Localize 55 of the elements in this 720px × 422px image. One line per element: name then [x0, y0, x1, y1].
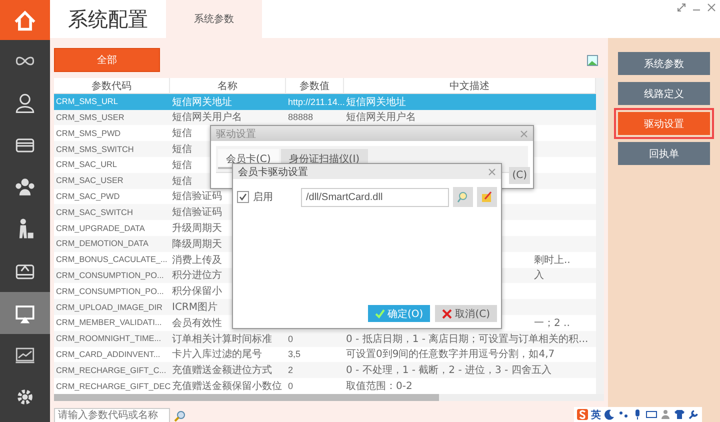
table-cell: 3,5	[288, 349, 301, 360]
table-cell: CRM_SAC_URL	[56, 160, 117, 170]
table-cell-text: 短信验证码	[172, 190, 222, 204]
table-cell: 0	[288, 381, 294, 392]
table-cell: 88888	[288, 112, 314, 122]
page-title: 系统配置	[67, 6, 149, 32]
table-cell-text: 升级周期天	[172, 222, 222, 236]
table-cell: CRM_BONUS_CACULATE_...	[56, 255, 168, 264]
table-cell-text: 短信网关地址	[346, 96, 406, 109]
table-cell-text: 0 - 抵店日期，1 - 离店日期；可设置与订单相关的积...	[346, 332, 588, 346]
table-cell-text: 短信	[172, 158, 192, 172]
table-cell: CRM_CONSUMPTION_PO...	[56, 270, 164, 280]
table-cell-text: 入	[534, 268, 544, 282]
dialog-title: 驱动设置	[216, 128, 256, 140]
table-cell: CRM_SMS_USER	[56, 112, 124, 122]
table-cell-text: 0 - 不处理，1 - 截断，2 - 进位，3 - 四舍五入	[346, 364, 552, 378]
table-cell-text: 充值赠送金额保留小数位	[172, 380, 282, 394]
table-cell-text: 短信网关用户名	[346, 110, 416, 124]
table-cell-text: 短信	[172, 174, 192, 188]
table-cell: 2	[288, 365, 294, 376]
table-cell: http://211.14...	[288, 96, 345, 107]
table-cell-text: 短信验证码	[172, 206, 222, 220]
table-cell: CRM_RECHARGE_GIFT_C...	[56, 366, 166, 375]
table-cell: CRM_SMS_SWITCH	[56, 144, 134, 154]
table-cell: CRM_UPLOAD_IMAGE_DIR	[56, 302, 162, 312]
table-cell-text: 降级周期天	[172, 238, 222, 251]
table-cell-text: 订单相关计算时间标准	[172, 332, 272, 346]
table-cell-text: 取值范围：0-2	[346, 380, 412, 394]
table-cell: CRM_SAC_USER	[56, 176, 124, 186]
table-cell-text: 短信	[172, 127, 192, 140]
table-cell: CRM_SMS_PWD	[56, 128, 121, 138]
table-cell: CRM_SMS_URL	[56, 97, 118, 106]
table-cell-text: ICRM图片	[172, 300, 218, 314]
table-cell: CRM_UPGRADE_DATA	[56, 224, 145, 233]
table-cell-text: 可设置0到9间的任意数字并用逗号分割，如4,7	[346, 348, 555, 362]
table-cell: CRM_MEMBER_VALIDATI...	[56, 318, 162, 328]
table-cell: CRM_CARD_ADDINVENT...	[56, 350, 160, 359]
table-cell: CRM_DEMOTION_DATA	[56, 239, 148, 248]
table-cell-text: 充值赠送金额进位方式	[172, 364, 272, 378]
table-cell: CRM_SAC_PWD	[56, 192, 120, 201]
table-cell-text: 会员有效性	[172, 316, 222, 330]
table-cell-text: 积分进位方	[172, 268, 222, 282]
table-cell: 0	[288, 334, 294, 344]
table-cell-text: 短信网关用户名	[172, 110, 242, 124]
table-cell-text: 一；2 ..	[534, 316, 570, 330]
table-cell: CRM_RECHARGE_GIFT_DEC	[56, 382, 171, 391]
table-cell-text: 短信	[172, 143, 192, 156]
table-cell: CRM_SAC_SWITCH	[56, 208, 133, 217]
table-cell-text: 卡片入库过滤的尾号	[172, 348, 262, 362]
table-cell-text: 剩时上..	[534, 254, 570, 267]
table-cell: CRM_ROOMNIGHT_TIME...	[56, 334, 162, 344]
table-cell: CRM_CONSUMPTION_PO...	[56, 286, 164, 296]
table-cell-text: 短信网关地址	[172, 96, 232, 109]
table-cell-text: 积分保留小	[172, 284, 222, 298]
table-cell-text: 消费上传及	[172, 254, 222, 267]
